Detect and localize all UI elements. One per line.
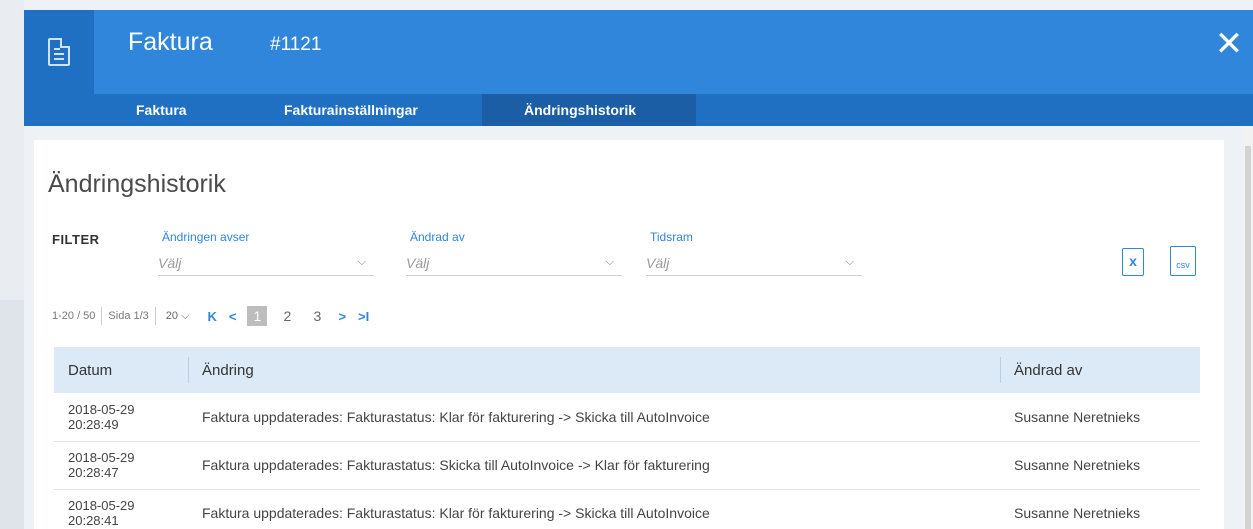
page-title: Ändringshistorik <box>48 170 226 198</box>
page-3[interactable]: 3 <box>307 306 327 326</box>
page-1[interactable]: 1 <box>247 306 268 326</box>
scrollbar[interactable] <box>1243 126 1253 529</box>
cell-datum: 2018-05-29 20:28:47 <box>54 441 188 490</box>
window-title: Faktura <box>128 28 213 56</box>
filter-label-andrad-av: Ändrad av <box>410 230 465 244</box>
table-row[interactable]: 2018-05-29 20:28:41 Faktura uppdaterades:… <box>54 489 1200 529</box>
cell-datum: 2018-05-29 20:28:41 <box>54 489 188 529</box>
column-header-andring[interactable]: Ändring <box>188 347 1000 393</box>
pagination: 1-20 / 50 Sida 1/3 20 ⌵ K < 1 2 3 > >I <box>52 305 375 327</box>
table-row[interactable]: 2018-05-29 20:28:49 Faktura uppdaterades:… <box>54 393 1200 442</box>
page-size-select[interactable]: 20 ⌵ <box>166 310 190 323</box>
chevron-down-icon: ⌵ <box>605 256 614 268</box>
select-value: Välj <box>406 255 430 271</box>
last-page-icon[interactable]: >I <box>358 309 369 324</box>
document-icon-box <box>24 10 94 94</box>
filter-andrad-av: Ändrad av Välj ⌵ <box>406 230 622 276</box>
column-header-datum[interactable]: Datum <box>54 347 188 393</box>
table-row[interactable]: 2018-05-29 20:28:47 Faktura uppdaterades:… <box>54 441 1200 490</box>
csv-export-icon[interactable]: csv <box>1170 246 1196 276</box>
prev-page-icon[interactable]: < <box>229 309 237 324</box>
cell-andring: Faktura uppdaterades: Fakturastatus: Kla… <box>188 489 1000 529</box>
record-range: 1-20 / 50 <box>52 310 96 322</box>
background-strip <box>0 0 24 529</box>
filter-label-andringen-avser: Ändringen avser <box>162 230 250 244</box>
page-info: Sida 1/3 <box>108 310 149 322</box>
page-2[interactable]: 2 <box>277 306 297 326</box>
tab-faktura[interactable]: Faktura <box>122 94 201 126</box>
app-window: Faktura #1121 ✕ Faktura Fakturainställni… <box>0 0 1253 529</box>
filter-label-tidsram: Tidsram <box>650 230 693 244</box>
column-header-andrad-av[interactable]: Ändrad av <box>1000 347 1200 393</box>
cell-andring: Faktura uppdaterades: Fakturastatus: Kla… <box>188 393 1000 442</box>
tab-bar: Faktura Fakturainställningar Ändringshis… <box>24 94 1253 126</box>
header-bar: Faktura #1121 ✕ <box>24 10 1253 94</box>
cell-datum: 2018-05-29 20:28:49 <box>54 393 188 442</box>
close-icon[interactable]: ✕ <box>1209 24 1249 64</box>
select-tidsram[interactable]: Välj ⌵ <box>646 250 862 276</box>
select-andrad-av[interactable]: Välj ⌵ <box>406 250 622 276</box>
invoice-number: #1121 <box>270 34 322 55</box>
cell-andrad-av: Susanne Neretnieks <box>1000 441 1200 490</box>
filter-andringen-avser: Ändringen avser Välj ⌵ <box>158 230 374 276</box>
content-card: Ändringshistorik FILTER Ändringen avser … <box>34 140 1224 529</box>
table-header-row: Datum Ändring Ändrad av <box>54 347 1200 393</box>
first-page-icon[interactable]: K <box>207 309 216 324</box>
document-icon <box>48 38 70 66</box>
chevron-down-icon: ⌵ <box>845 256 854 268</box>
cell-andrad-av: Susanne Neretnieks <box>1000 489 1200 529</box>
tab-fakturainstallningar[interactable]: Fakturainställningar <box>270 94 432 126</box>
cell-andring: Faktura uppdaterades: Fakturastatus: Ski… <box>188 441 1000 490</box>
select-value: Välj <box>646 255 670 271</box>
filter-label: FILTER <box>52 232 100 247</box>
scrollbar-thumb[interactable] <box>1245 146 1251 529</box>
tab-andringshistorik[interactable]: Ändringshistorik <box>482 94 696 126</box>
next-page-icon[interactable]: > <box>338 309 346 324</box>
history-table: Datum Ändring Ändrad av 2018-05-29 20:28:… <box>54 347 1200 529</box>
cell-andrad-av: Susanne Neretnieks <box>1000 393 1200 442</box>
select-andringen-avser[interactable]: Välj ⌵ <box>158 250 374 276</box>
chevron-down-icon: ⌵ <box>357 256 366 268</box>
excel-export-icon[interactable]: x <box>1122 248 1144 276</box>
filter-tidsram: Tidsram Välj ⌵ <box>646 230 862 276</box>
select-value: Välj <box>158 255 182 271</box>
